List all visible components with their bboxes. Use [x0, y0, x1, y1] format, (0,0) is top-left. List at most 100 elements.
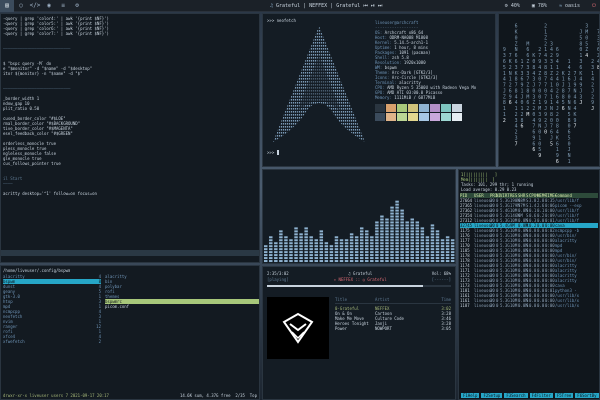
- visualizer-bar-segment: [390, 233, 394, 236]
- visualizer-bar-segment: [344, 254, 349, 257]
- process-row[interactable]: 1187 liveuser 20 0 5.3G 10M 0.0M S 0.0 0.0 0:00/us…: [460, 303, 598, 308]
- function-key[interactable]: F6SortBy: [575, 393, 599, 398]
- playlist[interactable]: Title Artist Time 0-Grateful NEFFEX 3:02 On…: [335, 297, 451, 331]
- visualizer-bar-segment: [430, 230, 435, 233]
- visualizer-bar-segment: [425, 254, 430, 257]
- visualizer-bar-segment: [430, 224, 435, 227]
- visualizer-bar-segment: [400, 257, 404, 260]
- progress-bar[interactable]: [267, 285, 451, 287]
- ncmpcpp-player[interactable]: 2:35/3:02 ♫ Grateful Vol: 68% [playing] …: [262, 266, 456, 400]
- visualizer-bar-segment: [395, 227, 399, 230]
- visualizer-bar-segment: [294, 260, 298, 263]
- function-key[interactable]: F3Search: [504, 393, 528, 398]
- workspace-button[interactable]: ○: [14, 0, 28, 12]
- visualizer-bar-segment: [359, 257, 364, 260]
- visualizer-bar-segment: [314, 257, 318, 260]
- visualizer-bar-segment: [365, 248, 369, 251]
- visualizer-bar-segment: [415, 221, 420, 224]
- visualizer-bar-segment: [299, 254, 303, 257]
- neofetch-terminal[interactable]: >>> neofetch liveuser@archcraft --------…: [262, 13, 496, 167]
- process-table[interactable]: PID USER PRI NI VIRT RES SHR S CPU% MEM% TIME+ Comm…: [460, 193, 598, 308]
- music-note-icon: ♫: [270, 2, 274, 9]
- color-swatch: [419, 113, 429, 121]
- workspace-button[interactable]: ⚙: [70, 0, 84, 12]
- memory-indicator[interactable]: ▣ 78%: [532, 3, 547, 9]
- now-playing[interactable]: ♫ Grateful | NEFFEX | Grateful ⏮ ⏯ ⏭: [270, 0, 382, 12]
- power-icon[interactable]: ⏻: [592, 3, 596, 9]
- visualizer-bar-segment: [420, 230, 425, 233]
- editor-window[interactable]: -query | grep 'color4:' | awk '{print $N…: [0, 13, 260, 263]
- visualizer-bar-segment: [294, 257, 298, 260]
- visualizer-bar-segment: [289, 251, 293, 254]
- visualizer-bar-segment: [395, 257, 399, 260]
- now-playing-title: Grateful | NEFFEX | Grateful: [276, 2, 361, 9]
- visualizer-bar-segment: [304, 233, 308, 236]
- workspace-button[interactable]: ▤: [0, 0, 14, 12]
- visualizer-bar-segment: [365, 254, 369, 257]
- htop-terminal[interactable]: 1[||||||||| ] Mem[||||||| ] Tasks: 101, …: [458, 169, 600, 400]
- visualizer-bar-segment: [349, 245, 354, 248]
- cava-visualizer: [262, 169, 456, 264]
- visualizer-bar-segment: [445, 248, 450, 251]
- next-track-icon[interactable]: ⏭: [378, 3, 383, 9]
- visualizer-bar-segment: [349, 251, 354, 254]
- visualizer-bar-segment: [284, 242, 288, 245]
- visualizer-bar-segment: [400, 221, 404, 224]
- cmatrix-terminal[interactable]: 9365147JZ81127K2N126966K0ZN663K878441234…: [498, 13, 600, 167]
- visualizer-bar-segment: [334, 239, 339, 242]
- visualizer-bar-segment: [329, 257, 334, 260]
- matrix-glyph: 9: [538, 153, 541, 159]
- cpu-value: 40%: [510, 2, 520, 9]
- matrix-glyph: 2: [503, 118, 506, 124]
- workspace-button[interactable]: ◉: [42, 0, 56, 12]
- cursor: [276, 150, 280, 155]
- cpu-indicator[interactable]: ⚙ 40%: [505, 2, 520, 9]
- editor-buffer[interactable]: -query | grep 'color4:' | awk '{print $N…: [3, 16, 257, 196]
- playlist-row[interactable]: Power NOWPORT 3:05: [335, 326, 451, 331]
- visualizer-bar-segment: [410, 245, 414, 248]
- ranger-file-manager[interactable]: /home/liveuser/.config/bspwm alacritty 4 b…: [0, 265, 260, 400]
- visualizer-bar-segment: [309, 248, 313, 251]
- file-entry[interactable]: picom.conf: [105, 304, 259, 309]
- function-key[interactable]: F2Setup: [481, 393, 503, 398]
- wifi-indicator[interactable]: ≈ oasis: [559, 3, 580, 9]
- visualizer-bar-segment: [354, 245, 359, 248]
- visualizer-bar-segment: [370, 245, 374, 248]
- visualizer-bar-segment: [390, 251, 394, 254]
- visualizer-bar-segment: [395, 239, 399, 242]
- visualizer-bar-segment: [324, 245, 329, 248]
- visualizer-bar-segment: [450, 242, 455, 245]
- parent-directory[interactable]: alacritty 4 bspwm 8 dunst 4 geany 5 gtk-3.0 1 htop…: [3, 274, 101, 391]
- visualizer-bar-segment: [410, 233, 414, 236]
- visualizer-bar-segment: [390, 221, 394, 224]
- visualizer-bar-segment: [385, 239, 389, 242]
- function-key[interactable]: F4Filter: [529, 393, 553, 398]
- visualizer-bar-segment: [390, 257, 394, 260]
- visualizer-bar-segment: [365, 245, 369, 248]
- play-pause-icon[interactable]: ⏯: [371, 3, 375, 9]
- visualizer-bar-segment: [375, 260, 379, 263]
- visualizer-bar-segment: [269, 260, 273, 263]
- directory-entry[interactable]: xfwefetch 2: [3, 339, 101, 344]
- current-directory[interactable]: alacritty bin polybar rofi themes bspwmrc pico…: [105, 274, 259, 391]
- visualizer-bar-segment: [380, 233, 384, 236]
- entry-name: xfwefetch: [3, 339, 25, 344]
- function-key[interactable]: F1Help: [461, 393, 480, 398]
- function-key[interactable]: F5Tree: [554, 393, 574, 398]
- color-swatch: [452, 104, 462, 112]
- visualizer-bar-segment: [299, 239, 303, 242]
- visualizer-bar-segment: [299, 248, 303, 251]
- visualizer-bar-segment: [425, 239, 430, 242]
- visualizer-bar-segment: [263, 245, 268, 248]
- visualizer-bar-segment: [309, 245, 313, 248]
- visualizer-bar-segment: [359, 227, 364, 230]
- visualizer-bar-segment: [284, 251, 288, 254]
- visualizer-bar-segment: [299, 242, 303, 245]
- visualizer-bar-segment: [390, 212, 394, 215]
- visualizer-bar-segment: [410, 227, 414, 230]
- visualizer-bar-segment: [385, 257, 389, 260]
- previous-track-icon[interactable]: ⏮: [363, 3, 368, 9]
- visualizer-bar-segment: [390, 230, 394, 233]
- workspace-button[interactable]: ≡: [56, 0, 70, 12]
- workspace-button[interactable]: </>: [28, 0, 42, 12]
